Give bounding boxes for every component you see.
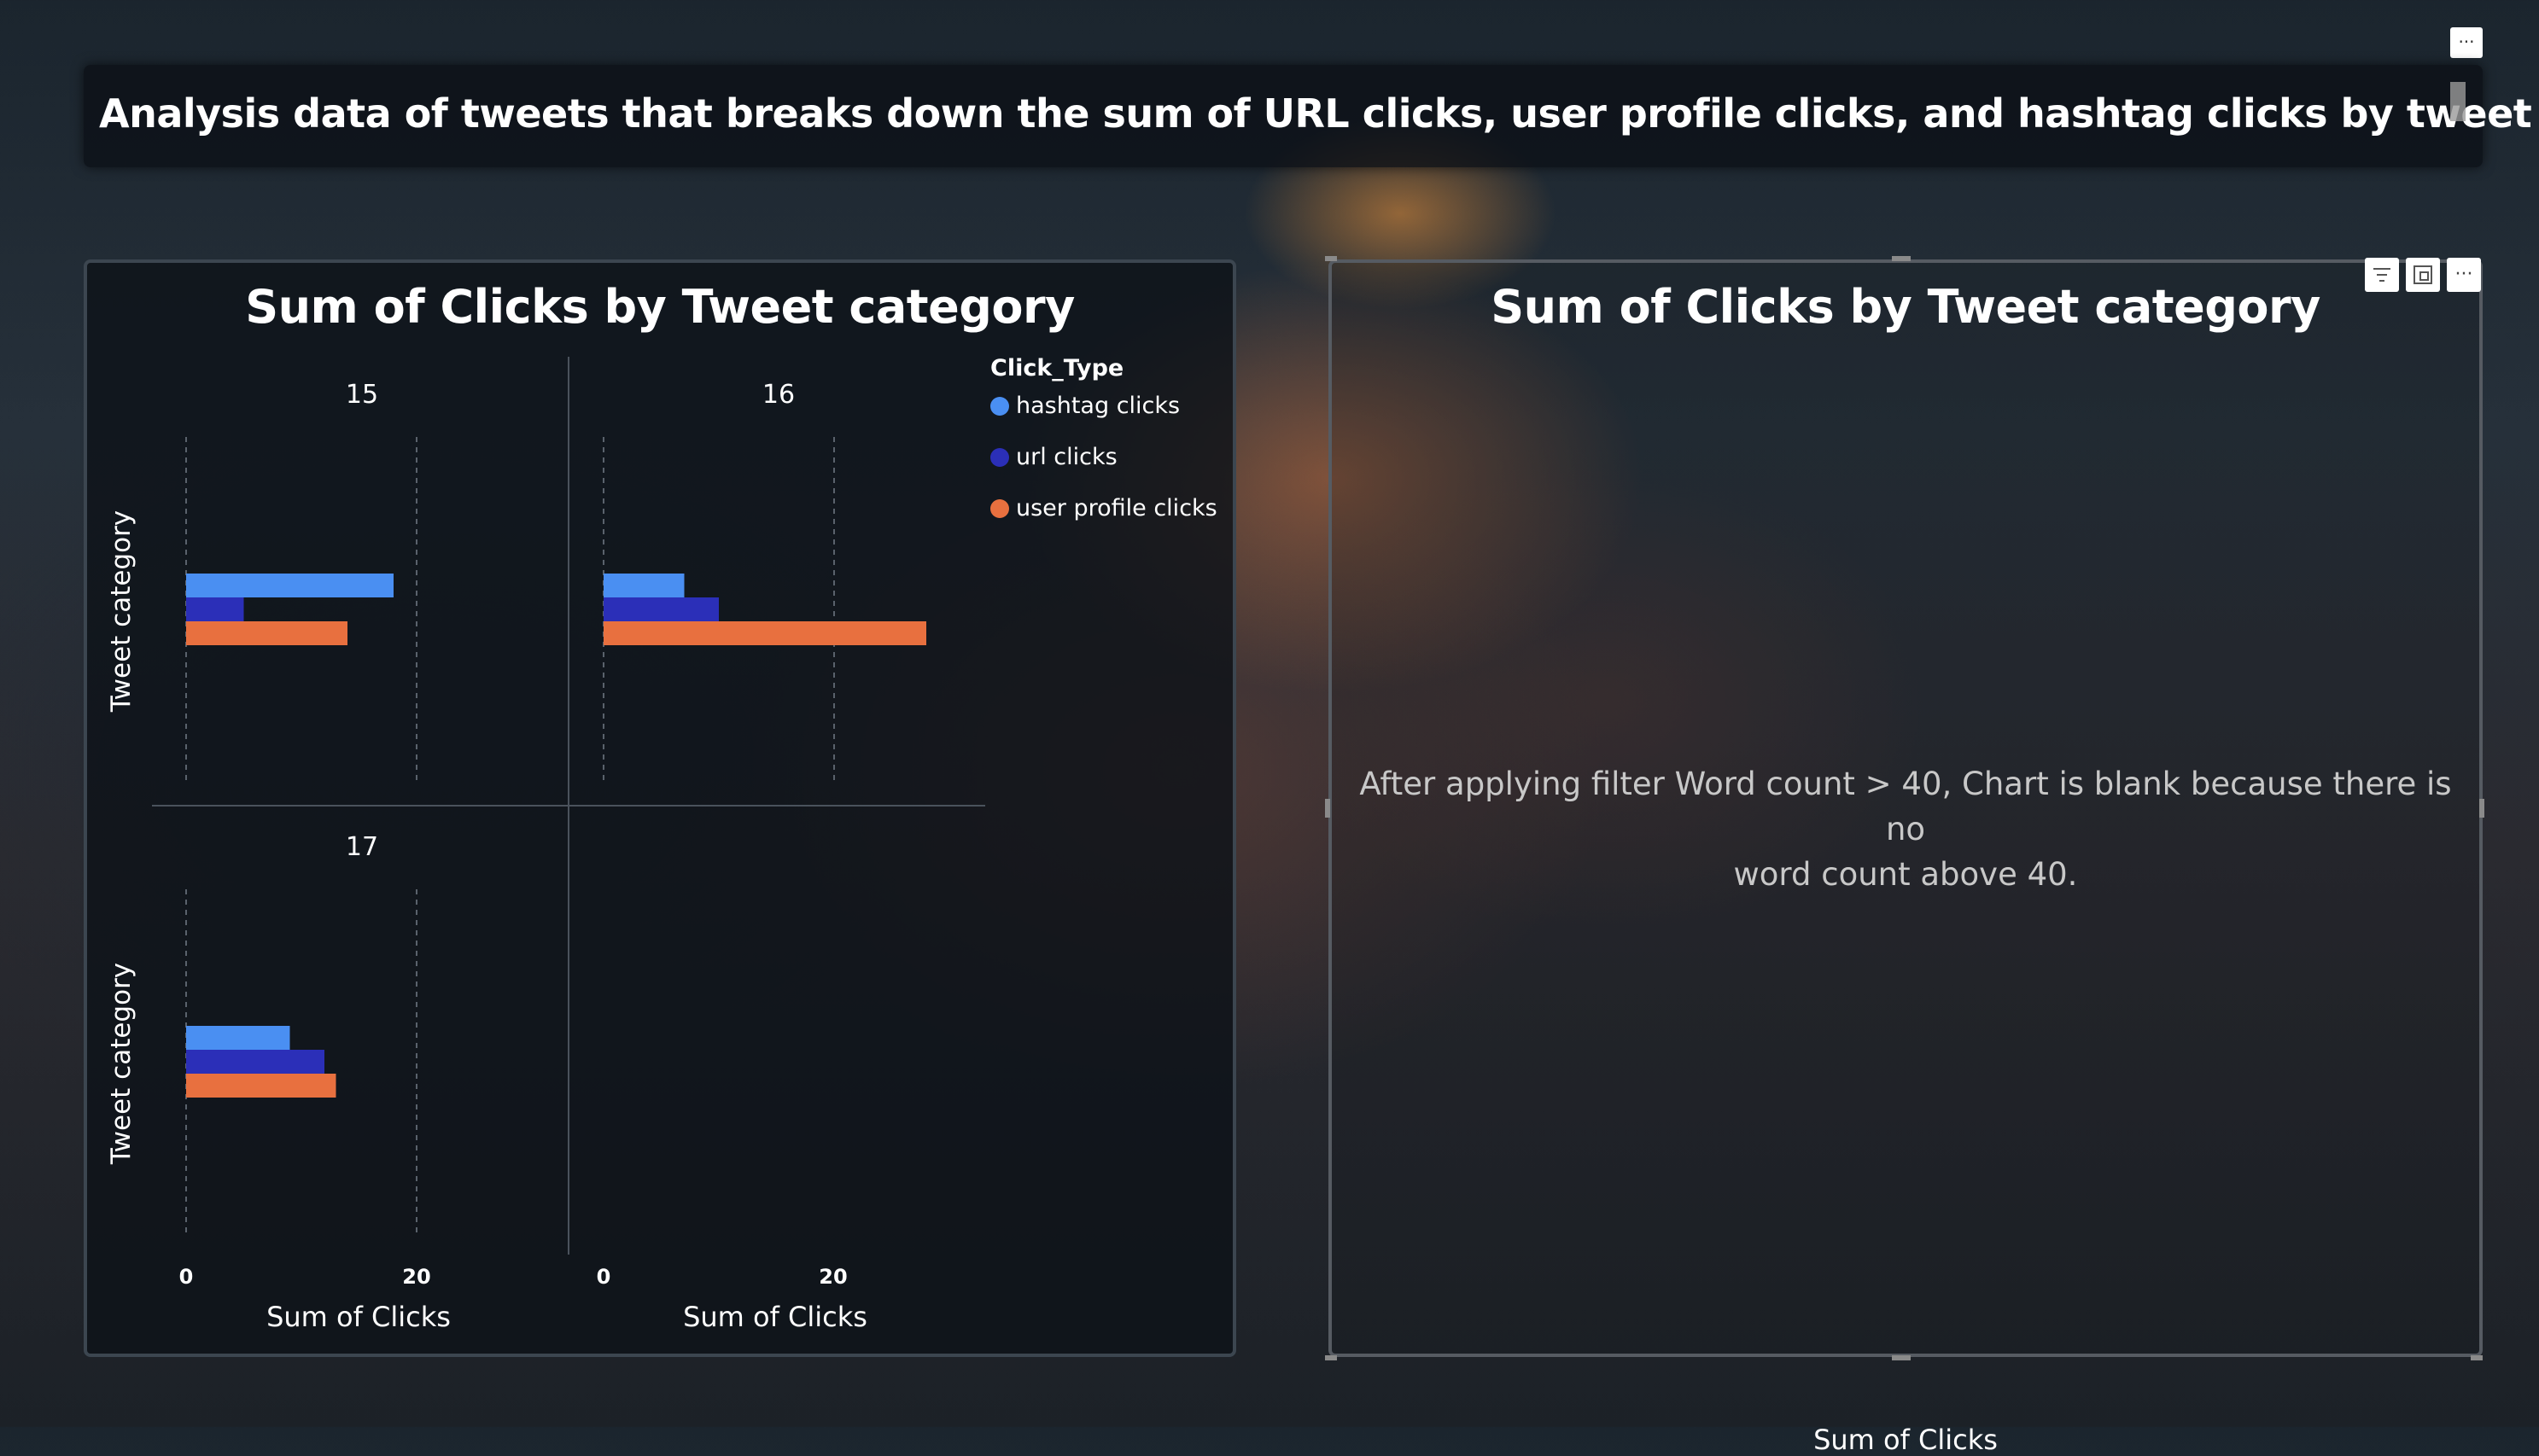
x-axis-label: Sum of Clicks (266, 1301, 451, 1333)
blank-message-line: After applying filter Word count > 40, C… (1359, 766, 2452, 847)
x-tick-label: 0 (179, 1265, 194, 1289)
bar-15-hashtag-clicks[interactable] (186, 574, 394, 597)
bar-16-url-clicks[interactable] (604, 597, 719, 621)
title-scrollbar[interactable] (2450, 82, 2466, 121)
y-axis-label: Tweet category (106, 963, 137, 1165)
page-more-options-button[interactable]: ··· (2450, 27, 2483, 58)
resize-handle-corner-bl[interactable] (1325, 1355, 1337, 1360)
header-title-card: Analysis data of tweets that breaks down… (84, 65, 2532, 167)
focus-mode-icon[interactable] (2406, 258, 2440, 292)
x-axis-label: Sum of Clicks (683, 1301, 867, 1333)
bar-17-user-profile-clicks[interactable] (186, 1074, 336, 1098)
bar-17-url-clicks[interactable] (186, 1050, 324, 1074)
resize-handle-left[interactable] (1325, 799, 1330, 818)
resize-handle-corner-tl[interactable] (1325, 256, 1337, 261)
focus-mode-icon-glyph (2414, 265, 2432, 284)
bar-16-user-profile-clicks[interactable] (604, 621, 926, 645)
y-axis-label: Tweet category (106, 510, 137, 713)
right-chart-panel[interactable]: Sum of Clicks by Tweet category After ap… (1328, 259, 2483, 1456)
x-axis-label: Sum of Clicks (1813, 1424, 1998, 1456)
resize-handle-top[interactable] (1892, 256, 1911, 261)
bar-17-hashtag-clicks[interactable] (186, 1026, 290, 1050)
right-chart-title: Sum of Clicks by Tweet category (1491, 280, 2320, 334)
panel-label-15: 15 (346, 380, 378, 410)
left-chart-panel[interactable]: Sum of Clicks by Tweet category Click_Ty… (84, 259, 1236, 1357)
bar-15-user-profile-clicks[interactable] (186, 621, 347, 645)
panel-label-16: 16 (762, 380, 795, 410)
x-tick-label: 0 (597, 1265, 611, 1289)
bar-15-url-clicks[interactable] (186, 597, 244, 621)
x-tick-label: 20 (819, 1265, 847, 1289)
resize-handle-corner-br[interactable] (2471, 1355, 2483, 1360)
panel-label-17: 17 (346, 832, 378, 862)
more-options-icon[interactable]: ··· (2447, 258, 2481, 292)
blank-message-line: word count above 40. (1733, 856, 2078, 893)
x-tick-label: 20 (402, 1265, 430, 1289)
filter-icon-glyph (2373, 268, 2390, 282)
resize-handle-bottom[interactable] (1892, 1355, 1911, 1360)
bar-16-hashtag-clicks[interactable] (604, 574, 685, 597)
small-multiples-bar-chart: Tweet category Tweet category 15 16 17 0… (106, 357, 985, 1333)
filter-icon[interactable] (2365, 258, 2399, 292)
resize-handle-right[interactable] (2479, 799, 2484, 818)
blank-chart-message: After applying filter Word count > 40, C… (1349, 761, 2462, 897)
page-title: Analysis data of tweets that breaks down… (99, 90, 2532, 137)
